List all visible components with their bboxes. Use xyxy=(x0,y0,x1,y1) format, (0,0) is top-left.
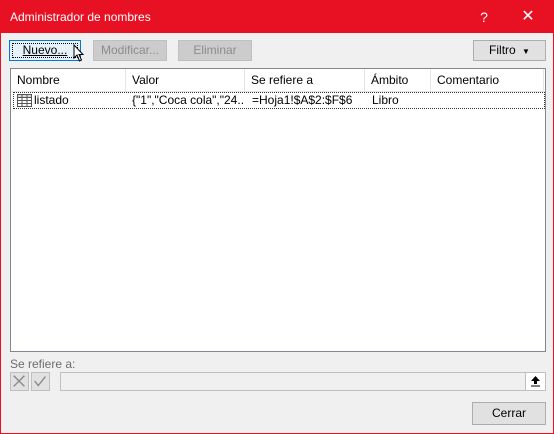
filter-button-label: Filtro xyxy=(489,43,516,57)
title-bar: Administrador de nombres ? ✕ xyxy=(1,1,553,33)
row-refers-to: =Hoja1!$A$2:$F$6 xyxy=(252,93,353,107)
row-scope: Libro xyxy=(372,93,399,107)
chevron-down-icon: ▼ xyxy=(522,47,530,56)
collapse-dialog-button[interactable] xyxy=(525,373,545,390)
check-icon xyxy=(34,376,46,387)
refers-to-input[interactable] xyxy=(60,372,546,391)
names-list[interactable]: Nombre Valor Se refiere a Ámbito Comenta… xyxy=(10,68,546,352)
column-header-scope[interactable]: Ámbito xyxy=(365,69,431,91)
mouse-pointer-icon xyxy=(73,44,85,62)
named-range-icon xyxy=(17,94,32,107)
close-window-button[interactable]: ✕ xyxy=(513,5,543,29)
help-button[interactable]: ? xyxy=(469,5,499,29)
row-name: listado xyxy=(34,93,69,107)
cancel-edit-button[interactable] xyxy=(10,372,29,391)
row-value: {"1","Coca cola","24... xyxy=(132,93,244,107)
list-header: Nombre Valor Se refiere a Ámbito Comenta… xyxy=(11,69,545,92)
table-row[interactable]: listado {"1","Coca cola","24... =Hoja1!$… xyxy=(13,92,545,109)
collapse-arrow-icon xyxy=(531,376,540,387)
column-header-name[interactable]: Nombre xyxy=(11,69,126,91)
name-manager-dialog: Administrador de nombres ? ✕ Nuevo... Mo… xyxy=(0,0,554,434)
new-button-label: Nuevo... xyxy=(22,43,68,57)
filter-button[interactable]: Filtro ▼ xyxy=(473,40,546,61)
edit-button[interactable]: Modificar... xyxy=(93,40,167,61)
dialog-title: Administrador de nombres xyxy=(10,10,151,24)
delete-button[interactable]: Eliminar xyxy=(178,40,252,61)
new-button[interactable]: Nuevo... xyxy=(9,40,81,61)
column-header-value[interactable]: Valor xyxy=(126,69,245,91)
confirm-edit-button[interactable] xyxy=(31,372,50,391)
close-button[interactable]: Cerrar xyxy=(472,402,546,425)
column-header-comment[interactable]: Comentario xyxy=(431,69,544,91)
x-icon xyxy=(13,375,25,387)
column-header-refers-to[interactable]: Se refiere a xyxy=(245,69,365,91)
refers-to-label: Se refiere a: xyxy=(10,357,76,371)
